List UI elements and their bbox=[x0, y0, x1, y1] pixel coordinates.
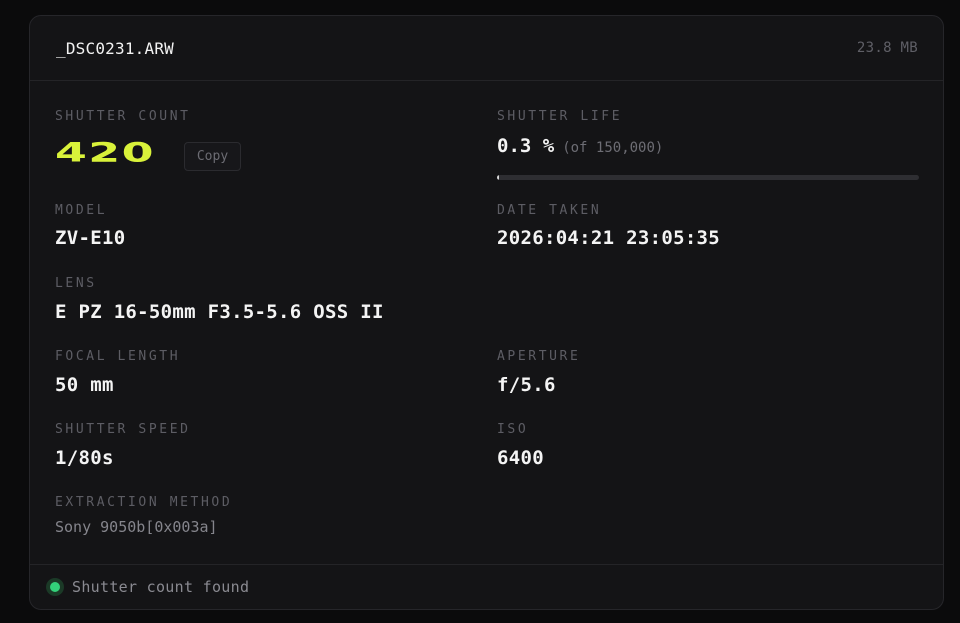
shutter-life-rated: (of 150,000) bbox=[562, 140, 664, 156]
date-taken-label: DATE TAKEN bbox=[497, 203, 602, 218]
extraction-method-label: EXTRACTION METHOD bbox=[55, 495, 233, 510]
lens-value: E PZ 16-50mm F3.5-5.6 OSS II bbox=[55, 301, 384, 323]
model-value: ZV-E10 bbox=[55, 227, 126, 249]
card-header: _DSC0231.ARW 23.8 MB bbox=[30, 16, 943, 81]
aperture-label: APERTURE bbox=[497, 349, 581, 364]
date-taken-value: 2026:04:21 23:05:35 bbox=[497, 227, 721, 249]
exif-result-card: _DSC0231.ARW 23.8 MB SHUTTER COUNT 420 C… bbox=[29, 15, 944, 610]
focal-length-label: FOCAL LENGTH bbox=[55, 349, 181, 364]
model-label: MODEL bbox=[55, 203, 108, 218]
shutter-speed-value: 1/80s bbox=[55, 447, 114, 469]
shutter-life-percent: 0.3 % bbox=[497, 135, 555, 157]
shutter-count-value: 420 bbox=[55, 137, 155, 169]
status-text: Shutter count found bbox=[72, 578, 250, 596]
shutter-life-readout: 0.3 % (of 150,000) bbox=[497, 135, 663, 157]
copy-button[interactable]: Copy bbox=[184, 142, 241, 171]
file-name: _DSC0231.ARW bbox=[56, 38, 174, 58]
status-indicator-icon bbox=[50, 582, 60, 592]
shutter-life-label: SHUTTER LIFE bbox=[497, 109, 623, 124]
iso-label: ISO bbox=[497, 422, 529, 437]
shutter-count-label: SHUTTER COUNT bbox=[55, 109, 191, 124]
lens-label: LENS bbox=[55, 276, 97, 291]
focal-length-value: 50 mm bbox=[55, 374, 114, 396]
shutter-life-progress-fill bbox=[497, 175, 499, 180]
extraction-method-value: Sony 9050b[0x003a] bbox=[55, 518, 218, 536]
status-bar: Shutter count found bbox=[30, 564, 943, 609]
file-size: 23.8 MB bbox=[856, 40, 918, 56]
aperture-value: f/5.6 bbox=[497, 374, 556, 396]
iso-value: 6400 bbox=[497, 447, 544, 469]
shutter-life-progress bbox=[497, 175, 919, 180]
shutter-speed-label: SHUTTER SPEED bbox=[55, 422, 191, 437]
